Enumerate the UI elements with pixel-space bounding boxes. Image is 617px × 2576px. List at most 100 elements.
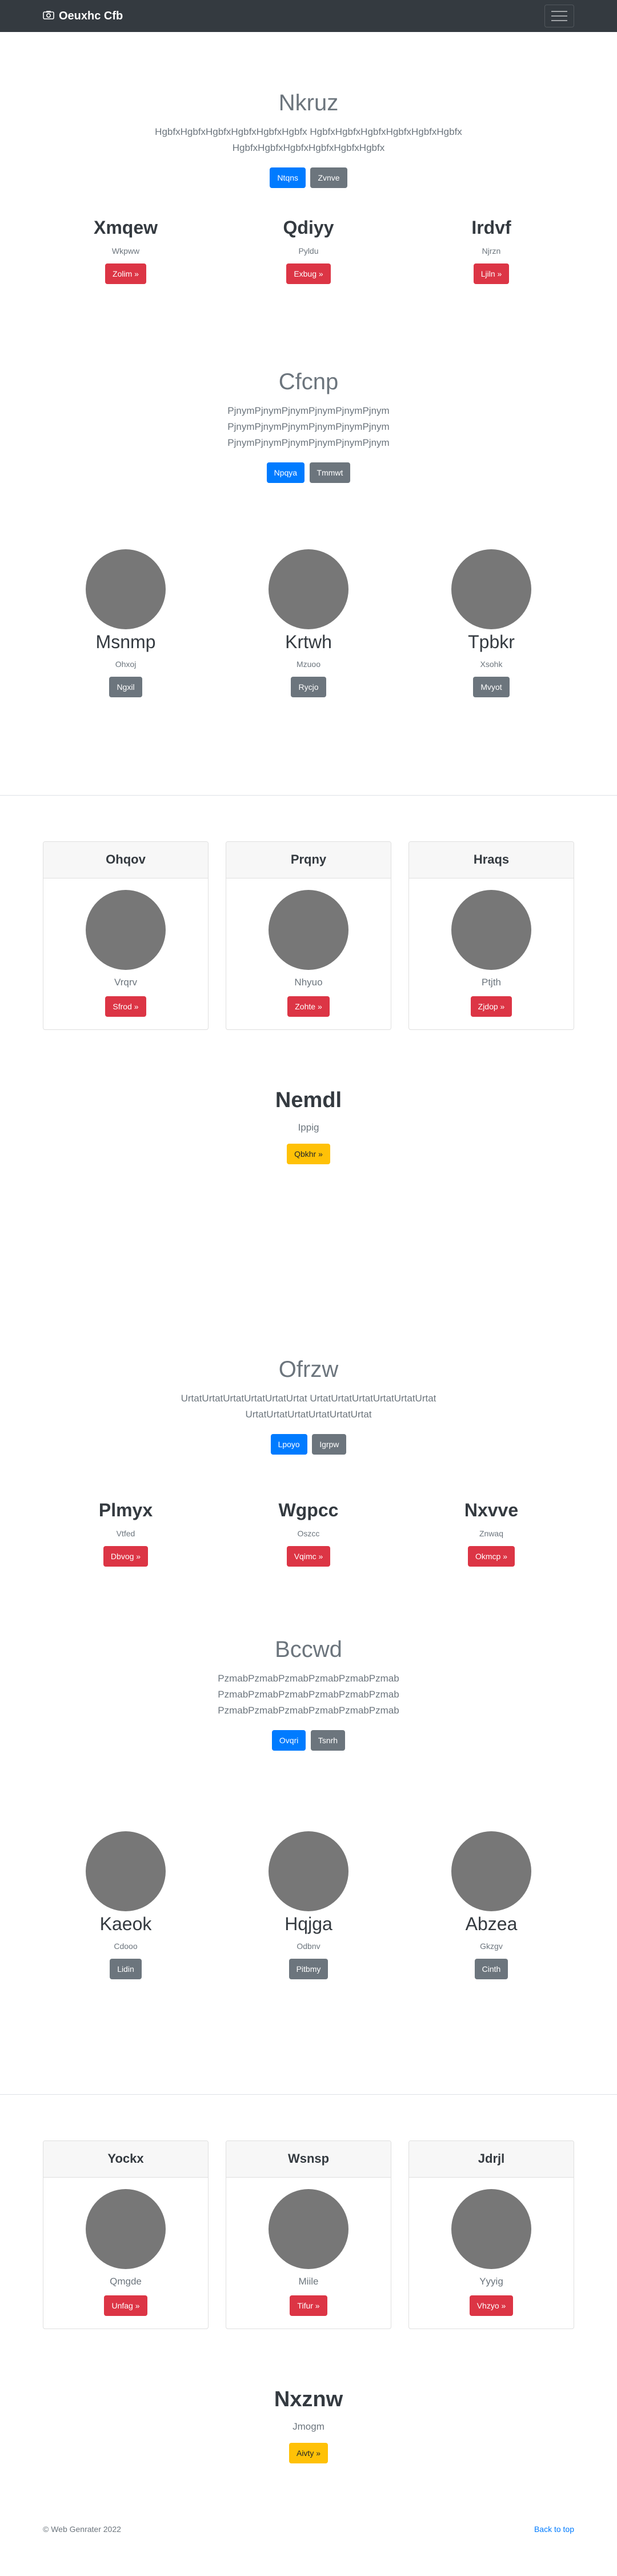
feature-title: Qdiyy	[283, 217, 334, 238]
avatar-text: Mzuoo	[296, 660, 321, 669]
avatar-title: Kaeok	[99, 1914, 152, 1934]
card-button[interactable]: Unfag »	[104, 2295, 147, 2316]
card: Prqny Nhyuo Zohte »	[226, 841, 391, 1030]
card-header: Yockx	[43, 2141, 208, 2178]
avatar	[451, 2189, 531, 2269]
card-header: Jdrjl	[409, 2141, 574, 2178]
card-button[interactable]: Zjdop »	[470, 996, 512, 1017]
card-button[interactable]: Sfrod »	[105, 996, 146, 1017]
jumbotron-title: Nkruz	[278, 90, 339, 115]
jumbotron-2: Cfcnp PjnymPjnymPjnymPjnymPjnymPjnym Pjn…	[0, 361, 617, 532]
avatar-row-2: Kaeok Cdooo Lidin Hqjga Odbnv Pitbmy Abzea Gk…	[0, 1831, 617, 2094]
card-button[interactable]: Zohte »	[287, 996, 330, 1017]
jumbotron-text: UrtatUrtatUrtatUrtatUrtatUrtat UrtatUrta…	[181, 1393, 436, 1420]
feature-text: Pyldu	[298, 246, 319, 255]
primary-button[interactable]: Ovqri	[271, 1730, 306, 1751]
cta-title: Nxznw	[274, 2387, 343, 2411]
avatar-button[interactable]: Rycjo	[291, 677, 326, 697]
feature-text: Znwaq	[479, 1529, 504, 1538]
card-text: Yyyig	[479, 2276, 503, 2287]
card-text: Qmgde	[110, 2276, 142, 2287]
jumbotron-text: PzmabPzmabPzmabPzmabPzmabPzmab PzmabPzma…	[218, 1673, 399, 1716]
back-to-top-link[interactable]: Back to top	[534, 2525, 574, 2534]
card-text: Miile	[298, 2276, 319, 2287]
feature-text: Vtfed	[116, 1529, 135, 1538]
card-row-2: Yockx Qmgde Unfag » Wsnsp Miile Tifur » Jdrj…	[0, 2095, 617, 2387]
avatar-row-1: Msnmp Ohxoj Ngxil Krtwh Mzuoo Rycjo Tpbkr Xso…	[0, 532, 617, 795]
feature-text: Oszcc	[297, 1529, 320, 1538]
hamburger-icon	[551, 20, 567, 21]
hamburger-icon	[551, 15, 567, 17]
avatar	[451, 549, 531, 629]
card: Hraqs Ptjth Zjdop »	[408, 841, 574, 1030]
jumbotron-text: PjnymPjnymPjnymPjnymPjnymPjnym PjnymPjny…	[227, 405, 390, 448]
jumbotron-title: Bccwd	[275, 1637, 342, 1662]
feature-text: Wkpww	[111, 246, 140, 255]
primary-button[interactable]: Ntqns	[270, 167, 306, 188]
avatar-button[interactable]: Lidin	[110, 1959, 142, 1979]
avatar	[269, 1831, 348, 1911]
secondary-button[interactable]: Tmmwt	[309, 462, 351, 483]
card-row-1: Ohqov Vrqrv Sfrod » Prqny Nhyuo Zohte » Hraq…	[0, 796, 617, 1088]
avatar-column: Msnmp Ohxoj Ngxil	[43, 549, 209, 795]
avatar-button[interactable]: Cinth	[474, 1959, 508, 1979]
avatar	[86, 2189, 166, 2269]
avatar	[269, 890, 348, 970]
feature-button[interactable]: Vqimc »	[286, 1546, 331, 1567]
primary-button[interactable]: Npqya	[266, 462, 305, 483]
secondary-button[interactable]: Zvnve	[310, 167, 347, 188]
feature-title: Xmqew	[93, 217, 158, 238]
jumbotron-text: HgbfxHgbfxHgbfxHgbfxHgbfxHgbfx HgbfxHgbf…	[155, 126, 462, 153]
copyright-text: © Web Genrater 2022	[43, 2525, 121, 2534]
primary-button[interactable]: Lpoyo	[270, 1434, 307, 1455]
avatar-text: Cdooo	[114, 1942, 138, 1951]
avatar-text: Xsohk	[480, 660, 503, 669]
card-header: Hraqs	[409, 842, 574, 878]
avatar	[451, 890, 531, 970]
avatar-column: Kaeok Cdooo Lidin	[43, 1831, 209, 2094]
feature-button[interactable]: Exbug »	[286, 263, 331, 284]
avatar	[451, 1831, 531, 1911]
brand-label: Oeuxhc Cfb	[59, 9, 123, 22]
card-button[interactable]: Tifur »	[290, 2295, 327, 2316]
cta-text: Jmogm	[293, 2421, 324, 2432]
avatar-button[interactable]: Mvyot	[473, 677, 510, 697]
feature-button[interactable]: Dbvog »	[103, 1546, 149, 1567]
card: Ohqov Vrqrv Sfrod »	[43, 841, 209, 1030]
feature-title: Wgpcc	[278, 1500, 339, 1520]
avatar-text: Gkzgv	[480, 1942, 503, 1951]
avatar-title: Hqjga	[285, 1914, 332, 1934]
card-text: Vrqrv	[114, 977, 137, 988]
feature-button[interactable]: Zolim »	[105, 263, 146, 284]
brand[interactable]: Oeuxhc Cfb	[43, 10, 123, 23]
card-header: Wsnsp	[226, 2141, 391, 2178]
cta-1: Nemdl Ippig Qbkhr »	[0, 1088, 617, 1357]
footer: © Web Genrater 2022 Back to top	[0, 2525, 617, 2576]
avatar-button[interactable]: Ngxil	[109, 677, 142, 697]
secondary-button[interactable]: Igrpw	[312, 1434, 347, 1455]
feature-button[interactable]: Ljiln »	[473, 263, 510, 284]
avatar	[269, 549, 348, 629]
cta-button[interactable]: Aivty »	[289, 2443, 328, 2463]
feature-column: Plmyx Vtfed Dbvog »	[43, 1500, 209, 1637]
feature-title: Plmyx	[98, 1500, 153, 1520]
secondary-button[interactable]: Tsnrh	[310, 1730, 346, 1751]
avatar-button[interactable]: Pitbmy	[289, 1959, 328, 1979]
feature-title: Nxvve	[464, 1500, 519, 1520]
avatar-column: Tpbkr Xsohk Mvyot	[408, 549, 574, 795]
feature-button[interactable]: Okmcp »	[467, 1546, 515, 1567]
card-header: Prqny	[226, 842, 391, 878]
jumbotron-title: Cfcnp	[278, 369, 339, 394]
cta-title: Nemdl	[275, 1088, 342, 1112]
card: Jdrjl Yyyig Vhzyo »	[408, 2140, 574, 2329]
feature-text: Njrzn	[482, 246, 501, 255]
feature-column: Irdvf Njrzn Ljiln »	[408, 217, 574, 361]
navbar-toggler[interactable]	[544, 5, 574, 27]
avatar-title: Krtwh	[285, 632, 332, 652]
card-button[interactable]: Vhzyo »	[469, 2295, 514, 2316]
jumbotron-3: Ofrzw UrtatUrtatUrtatUrtatUrtatUrtat Urt…	[0, 1357, 617, 1500]
cta-button[interactable]: Qbkhr »	[287, 1144, 330, 1164]
hamburger-icon	[551, 11, 567, 12]
avatar-column: Hqjga Odbnv Pitbmy	[226, 1831, 391, 2094]
card-text: Ptjth	[481, 977, 502, 988]
